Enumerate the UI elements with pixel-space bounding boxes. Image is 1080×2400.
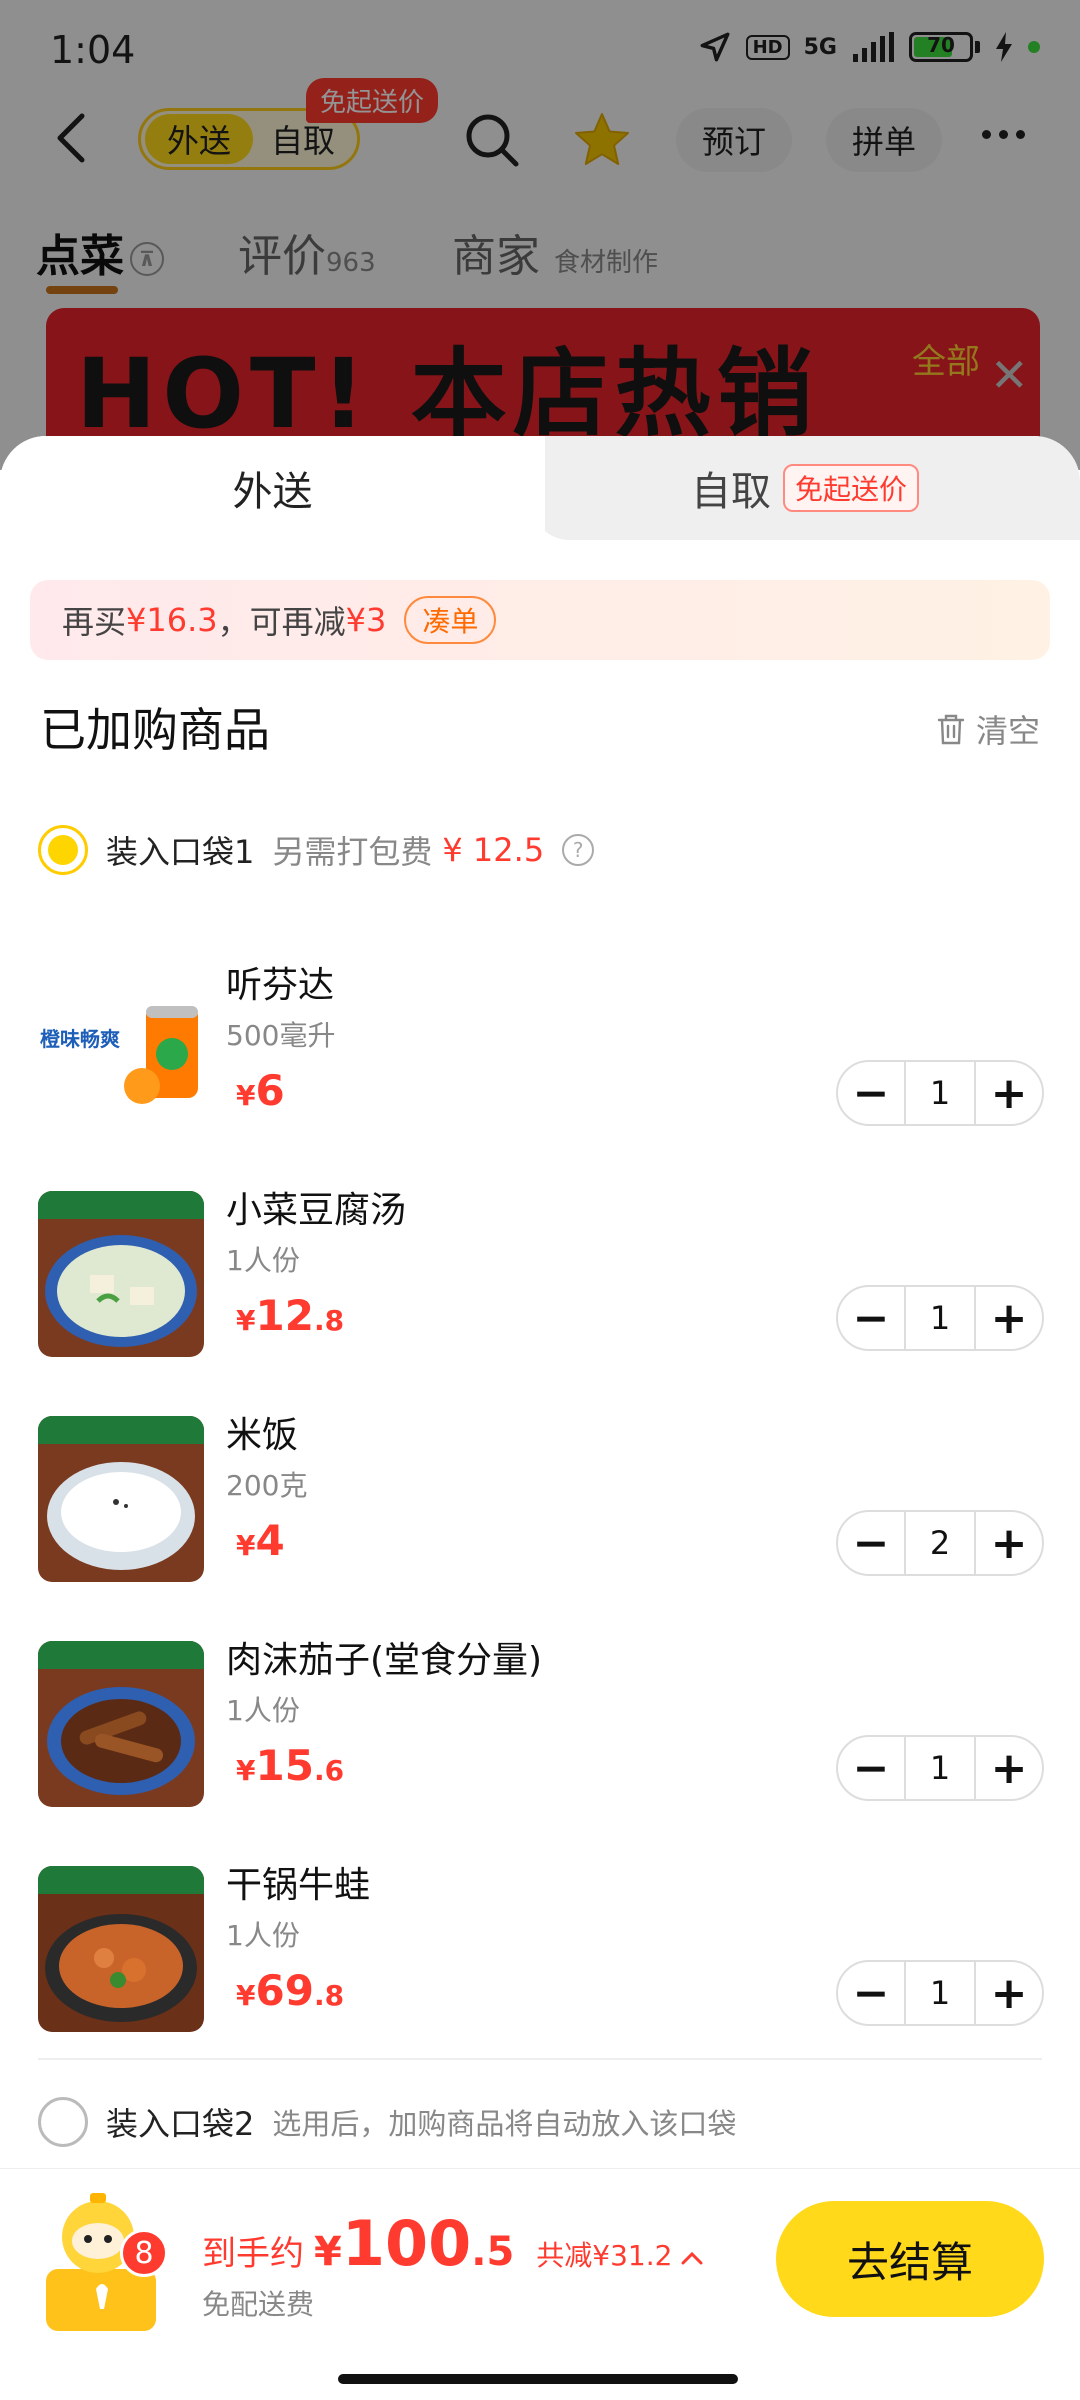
cart-item: 橙味畅爽 听芬达 500毫升 ¥6 − 1 + xyxy=(0,956,1080,1156)
quantity-value[interactable]: 1 xyxy=(904,1962,976,2024)
packing-fee-label: 另需打包费 xyxy=(272,833,433,871)
bag-1-row[interactable]: 装入口袋1 另需打包费 ¥ 12.5 ? xyxy=(38,820,595,880)
increase-button[interactable]: + xyxy=(976,1737,1042,1799)
tab-delivery[interactable]: 外送 xyxy=(0,436,545,540)
tab-delivery-label: 外送 xyxy=(232,469,313,515)
pickup-free-tag: 免起送价 xyxy=(782,464,919,512)
item-thumbnail-tofu-soup xyxy=(38,1191,204,1357)
item-name: 听芬达 xyxy=(226,965,335,1006)
quantity-stepper: − 1 + xyxy=(836,1735,1044,1801)
modal-dim-overlay[interactable] xyxy=(0,0,1080,470)
clear-cart-label: 清空 xyxy=(975,712,1040,750)
item-name: 小菜豆腐汤 xyxy=(226,1190,407,1231)
bag-2-hint: 选用后，加购商品将自动放入该口袋 xyxy=(272,2107,737,2141)
packing-fee-value: ¥ 12.5 xyxy=(442,831,545,869)
bag-1-label: 装入口袋1 xyxy=(106,833,255,871)
trash-icon xyxy=(937,714,965,745)
increase-button[interactable]: + xyxy=(976,1962,1042,2024)
checkout-bar: 8 到手约 ¥100.5 共减¥31.2 免配送费 去结算 xyxy=(0,2168,1080,2400)
clear-cart-button[interactable]: 清空 xyxy=(936,706,1040,752)
decrease-button[interactable]: − xyxy=(838,1962,904,2024)
cart-count-badge: 8 xyxy=(120,2229,168,2277)
total-price: ¥100.5 xyxy=(314,2207,515,2280)
item-spec: 200克 xyxy=(226,1469,308,1502)
item-thumbnail-fanta: 橙味畅爽 xyxy=(38,966,204,1132)
increase-button[interactable]: + xyxy=(976,1512,1042,1574)
chevron-up-icon xyxy=(681,2251,703,2265)
tab-pickup-label: 自取 xyxy=(690,469,771,515)
cart-item: 米饭 200克 ¥4 − 2 + xyxy=(0,1406,1080,1606)
item-price: ¥6 xyxy=(236,1066,285,1115)
decrease-button[interactable]: − xyxy=(838,1287,904,1349)
increase-button[interactable]: + xyxy=(976,1062,1042,1124)
decrease-button[interactable]: − xyxy=(838,1737,904,1799)
total-label: 到手约 xyxy=(202,2234,304,2274)
item-spec: 1人份 xyxy=(226,1919,300,1952)
bag-2-radio[interactable] xyxy=(38,2097,88,2147)
item-spec: 1人份 xyxy=(226,1244,300,1277)
quantity-value[interactable]: 1 xyxy=(904,1737,976,1799)
item-name: 肉沫茄子(堂食分量) xyxy=(226,1640,543,1681)
item-thumbnail-rice xyxy=(38,1416,204,1582)
thumb-label: 橙味畅爽 xyxy=(40,1027,120,1051)
home-indicator[interactable] xyxy=(338,2374,738,2384)
free-delivery-note: 免配送费 xyxy=(202,2288,315,2321)
bag-2-row[interactable]: 装入口袋2 选用后，加购商品将自动放入该口袋 xyxy=(38,2092,736,2152)
bag-2-label: 装入口袋2 xyxy=(106,2105,255,2143)
discount-summary[interactable]: 共减¥31.2 xyxy=(536,2234,703,2274)
quantity-stepper: − 1 + xyxy=(836,1060,1044,1126)
item-thumbnail-eggplant xyxy=(38,1641,204,1807)
item-price: ¥69.8 xyxy=(236,1966,345,2015)
cart-item: 肉沫茄子(堂食分量) 1人份 ¥15.6 − 1 + xyxy=(0,1631,1080,1831)
item-spec: 1人份 xyxy=(226,1694,300,1727)
add-more-button[interactable]: 凑单 xyxy=(404,596,497,644)
increase-button[interactable]: + xyxy=(976,1287,1042,1349)
item-thumbnail-dry-pot-frog xyxy=(38,1866,204,2032)
promo-discount: ¥3 xyxy=(345,601,387,639)
cart-section-title: 已加购商品 xyxy=(40,703,270,757)
decrease-button[interactable]: − xyxy=(838,1062,904,1124)
item-spec: 500毫升 xyxy=(226,1019,336,1052)
promo-middle: ，可再减 xyxy=(217,603,346,641)
quantity-value[interactable]: 1 xyxy=(904,1062,976,1124)
cart-sheet: 自取 免起送价 外送 再买 ¥16.3 ，可再减 ¥3 凑单 已加购商品 清空 … xyxy=(0,436,1080,2400)
quantity-value[interactable]: 1 xyxy=(904,1287,976,1349)
checkout-button[interactable]: 去结算 xyxy=(776,2201,1044,2317)
divider xyxy=(38,2058,1042,2060)
quantity-stepper: − 1 + xyxy=(836,1960,1044,2026)
quantity-stepper: − 1 + xyxy=(836,1285,1044,1351)
bag-1-radio[interactable] xyxy=(38,825,88,875)
quantity-stepper: − 2 + xyxy=(836,1510,1044,1576)
quantity-value[interactable]: 2 xyxy=(904,1512,976,1574)
tab-pickup[interactable]: 自取 免起送价 xyxy=(530,436,1080,540)
promo-amount: ¥16.3 xyxy=(126,601,218,639)
total-price-line: 到手约 ¥100.5 共减¥31.2 xyxy=(202,2207,703,2280)
item-price: ¥15.6 xyxy=(236,1741,345,1790)
item-name: 米饭 xyxy=(226,1415,299,1456)
cart-mode-tabs: 自取 免起送价 外送 xyxy=(0,436,1080,540)
decrease-button[interactable]: − xyxy=(838,1512,904,1574)
promo-prefix: 再买 xyxy=(62,603,127,641)
item-price: ¥12.8 xyxy=(236,1291,345,1340)
cart-section-header: 已加购商品 清空 xyxy=(40,694,1040,764)
help-icon[interactable]: ? xyxy=(562,834,595,866)
cart-item: 干锅牛蛙 1人份 ¥69.8 − 1 + xyxy=(0,1856,1080,2056)
cart-item: 小菜豆腐汤 1人份 ¥12.8 − 1 + xyxy=(0,1181,1080,1381)
promo-bar: 再买 ¥16.3 ，可再减 ¥3 凑单 xyxy=(30,580,1050,660)
item-name: 干锅牛蛙 xyxy=(226,1865,371,1906)
item-price: ¥4 xyxy=(236,1516,285,1565)
